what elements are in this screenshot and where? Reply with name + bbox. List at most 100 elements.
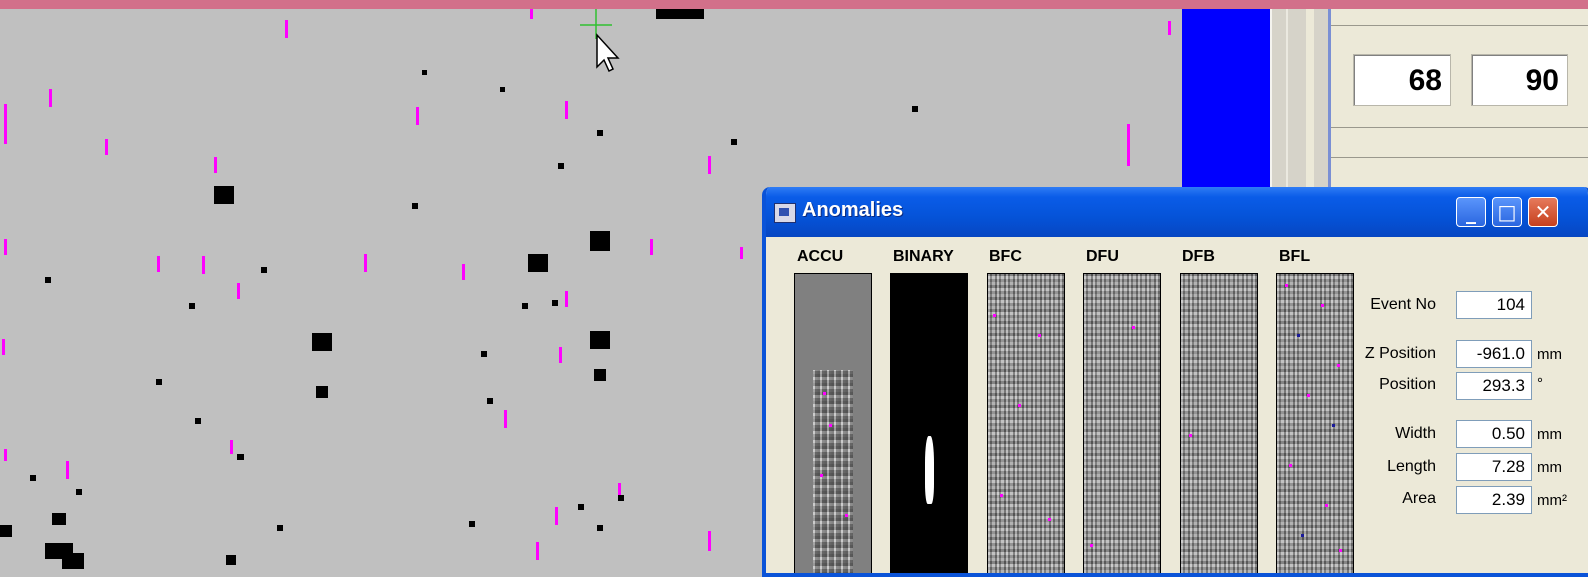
defect-blob[interactable] [590, 331, 610, 349]
z-position-field[interactable]: -961.0 [1456, 340, 1532, 368]
marker-dot [845, 514, 848, 517]
anomaly-marker[interactable] [462, 264, 465, 280]
defect-blob[interactable] [578, 504, 584, 510]
channel-image-bfc[interactable] [987, 273, 1065, 573]
marker-dot [1307, 394, 1310, 397]
divider [1331, 157, 1588, 158]
defect-blob[interactable] [590, 231, 610, 251]
anomaly-marker[interactable] [214, 157, 217, 173]
anomaly-marker[interactable] [1168, 21, 1171, 35]
window-titlebar[interactable]: Anomalies _ □ ✕ [766, 187, 1588, 237]
defect-blob[interactable] [237, 454, 244, 460]
anomaly-marker[interactable] [708, 531, 711, 551]
anomalies-window[interactable]: Anomalies _ □ ✕ ACCU BINARY BFC DFU DFB … [762, 187, 1588, 577]
defect-blob[interactable] [0, 525, 12, 537]
defect-blob[interactable] [731, 139, 737, 145]
defect-blob[interactable] [618, 495, 624, 501]
defect-blob[interactable] [45, 277, 51, 283]
defect-blob[interactable] [76, 489, 82, 495]
anomaly-marker[interactable] [2, 339, 5, 355]
defect-blob[interactable] [277, 525, 283, 531]
anomaly-marker[interactable] [618, 483, 621, 495]
anomaly-marker[interactable] [555, 507, 558, 525]
anomaly-marker[interactable] [416, 107, 419, 125]
defect-blob[interactable] [481, 351, 487, 357]
anomaly-marker[interactable] [4, 449, 7, 461]
defect-blob[interactable] [62, 553, 84, 569]
anomaly-marker[interactable] [1127, 124, 1130, 166]
defect-blob[interactable] [422, 70, 427, 75]
anomaly-marker[interactable] [49, 89, 52, 107]
width-unit: mm [1537, 426, 1562, 443]
anomaly-marker[interactable] [202, 256, 205, 274]
anomaly-marker[interactable] [530, 9, 533, 19]
defect-blob[interactable] [156, 379, 162, 385]
defect-blob[interactable] [30, 475, 36, 481]
marker-dot [1132, 326, 1135, 329]
anomaly-marker[interactable] [650, 239, 653, 255]
anomaly-marker[interactable] [565, 101, 568, 119]
maximize-icon: □ [1497, 200, 1517, 224]
channel-image-dfb[interactable] [1180, 273, 1258, 573]
defect-blob[interactable] [656, 9, 704, 19]
anomaly-marker[interactable] [285, 20, 288, 38]
channel-image-binary[interactable] [890, 273, 968, 573]
area-label: Area [1402, 490, 1436, 507]
defect-blob[interactable] [312, 333, 332, 351]
window-title: Anomalies [802, 199, 904, 221]
crosshair-icon [580, 9, 612, 39]
defect-blob[interactable] [552, 300, 558, 306]
channel-image-dfu[interactable] [1083, 273, 1161, 573]
marker-dot [1297, 334, 1300, 337]
channel-label-accu: ACCU [797, 248, 844, 265]
event-no-field[interactable]: 104 [1456, 291, 1532, 319]
anomaly-marker[interactable] [4, 104, 7, 144]
anomaly-marker[interactable] [740, 247, 743, 259]
minimize-button[interactable]: _ [1456, 197, 1486, 227]
marker-dot [823, 392, 826, 395]
defect-blob[interactable] [558, 163, 564, 169]
defect-blob[interactable] [412, 203, 418, 209]
defect-blob[interactable] [500, 87, 505, 92]
readout-value-1: 68 [1353, 54, 1451, 106]
channel-label-dfb: DFB [1182, 248, 1215, 265]
defect-blob[interactable] [316, 386, 328, 398]
anomaly-marker[interactable] [66, 461, 69, 479]
close-button[interactable]: ✕ [1528, 197, 1558, 227]
length-field[interactable]: 7.28 [1456, 453, 1532, 481]
defect-blob[interactable] [597, 130, 603, 136]
defect-blob[interactable] [912, 106, 918, 112]
area-field[interactable]: 2.39 [1456, 486, 1532, 514]
defect-blob[interactable] [189, 303, 195, 309]
defect-blob[interactable] [597, 525, 603, 531]
defect-blob[interactable] [261, 267, 267, 273]
defect-blob[interactable] [487, 398, 493, 404]
anomaly-marker[interactable] [237, 283, 240, 299]
anomaly-marker[interactable] [708, 156, 711, 174]
defect-blob[interactable] [52, 513, 66, 525]
defect-blob[interactable] [469, 521, 475, 527]
defect-blob[interactable] [528, 254, 548, 272]
anomaly-marker[interactable] [364, 254, 367, 272]
anomaly-marker[interactable] [157, 256, 160, 272]
position-field[interactable]: 293.3 [1456, 372, 1532, 400]
defect-blob[interactable] [195, 418, 201, 424]
marker-dot [1000, 494, 1003, 497]
marker-dot [993, 314, 996, 317]
accu-overlay [813, 370, 853, 573]
anomaly-marker[interactable] [565, 291, 568, 307]
anomaly-marker[interactable] [559, 347, 562, 363]
marker-dot [1048, 518, 1051, 521]
anomaly-marker[interactable] [4, 239, 7, 255]
anomaly-marker[interactable] [105, 139, 108, 155]
width-field[interactable]: 0.50 [1456, 420, 1532, 448]
anomaly-marker[interactable] [504, 410, 507, 428]
defect-blob[interactable] [594, 369, 606, 381]
maximize-button[interactable]: □ [1492, 197, 1522, 227]
defect-blob[interactable] [522, 303, 528, 309]
anomaly-marker[interactable] [230, 440, 233, 454]
channel-image-accu[interactable] [794, 273, 872, 573]
defect-blob[interactable] [214, 186, 234, 204]
anomaly-marker[interactable] [536, 542, 539, 560]
defect-blob[interactable] [226, 555, 236, 565]
